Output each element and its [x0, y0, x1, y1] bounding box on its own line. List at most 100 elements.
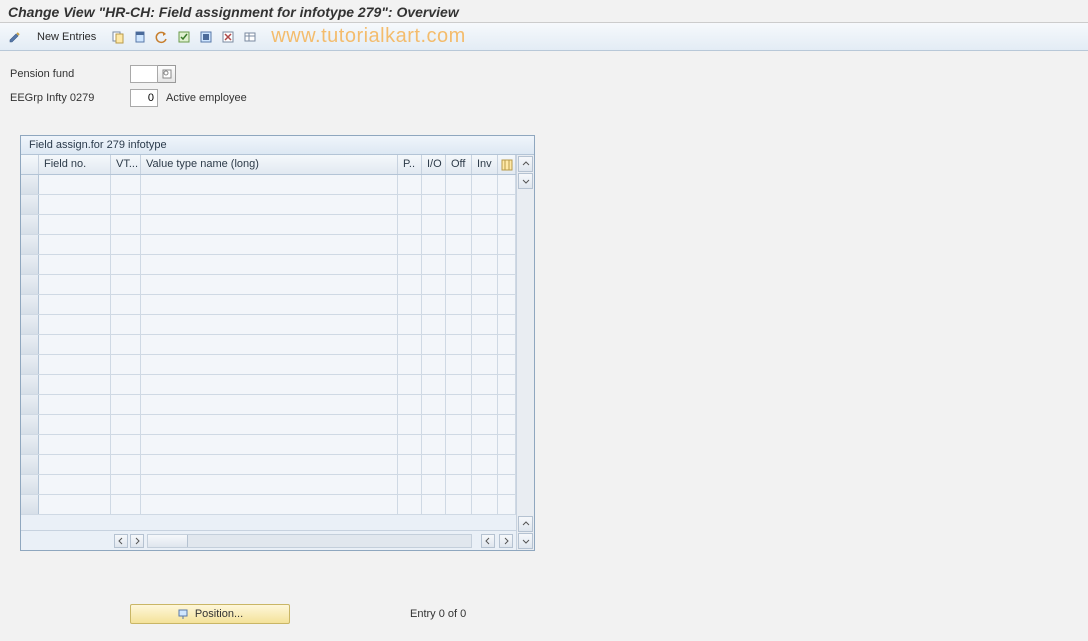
- cell-io[interactable]: [422, 375, 446, 394]
- cell-field-no[interactable]: [39, 495, 111, 514]
- cell-io[interactable]: [422, 355, 446, 374]
- cell-vt[interactable]: [111, 395, 141, 414]
- cell-inv[interactable]: [472, 235, 498, 254]
- row-selector[interactable]: [21, 195, 39, 214]
- column-io[interactable]: I/O: [422, 155, 446, 174]
- cell-p[interactable]: [398, 435, 422, 454]
- row-selector[interactable]: [21, 315, 39, 334]
- table-row[interactable]: [21, 275, 516, 295]
- cell-off[interactable]: [446, 395, 472, 414]
- cell-p[interactable]: [398, 455, 422, 474]
- cell-vt[interactable]: [111, 195, 141, 214]
- cell-vt[interactable]: [111, 275, 141, 294]
- eegrp-input[interactable]: [130, 89, 158, 107]
- cell-vt-name[interactable]: [141, 295, 398, 314]
- cell-field-no[interactable]: [39, 255, 111, 274]
- cell-field-no[interactable]: [39, 175, 111, 194]
- cell-p[interactable]: [398, 495, 422, 514]
- toggle-display-change-icon[interactable]: [6, 28, 24, 46]
- cell-vt-name[interactable]: [141, 415, 398, 434]
- row-selector[interactable]: [21, 335, 39, 354]
- cell-io[interactable]: [422, 215, 446, 234]
- cell-off[interactable]: [446, 455, 472, 474]
- table-settings-icon[interactable]: [241, 28, 259, 46]
- row-selector[interactable]: [21, 455, 39, 474]
- row-selector[interactable]: [21, 235, 39, 254]
- cell-vt-name[interactable]: [141, 175, 398, 194]
- hscroll-right2-button[interactable]: [499, 534, 513, 548]
- vscroll-up2-button[interactable]: [518, 516, 533, 532]
- cell-inv[interactable]: [472, 455, 498, 474]
- cell-field-no[interactable]: [39, 355, 111, 374]
- row-selector[interactable]: [21, 495, 39, 514]
- cell-vt[interactable]: [111, 355, 141, 374]
- cell-p[interactable]: [398, 335, 422, 354]
- cell-vt-name[interactable]: [141, 495, 398, 514]
- cell-io[interactable]: [422, 495, 446, 514]
- row-selector[interactable]: [21, 375, 39, 394]
- cell-field-no[interactable]: [39, 455, 111, 474]
- cell-off[interactable]: [446, 195, 472, 214]
- table-row[interactable]: [21, 455, 516, 475]
- hscroll-right-button[interactable]: [130, 534, 144, 548]
- cell-inv[interactable]: [472, 395, 498, 414]
- cell-vt[interactable]: [111, 475, 141, 494]
- hscroll-left-button[interactable]: [114, 534, 128, 548]
- column-inv[interactable]: Inv: [472, 155, 498, 174]
- cell-vt-name[interactable]: [141, 195, 398, 214]
- cell-off[interactable]: [446, 315, 472, 334]
- cell-vt-name[interactable]: [141, 435, 398, 454]
- cell-vt[interactable]: [111, 175, 141, 194]
- cell-inv[interactable]: [472, 215, 498, 234]
- cell-inv[interactable]: [472, 315, 498, 334]
- row-selector[interactable]: [21, 435, 39, 454]
- cell-io[interactable]: [422, 395, 446, 414]
- cell-field-no[interactable]: [39, 315, 111, 334]
- cell-off[interactable]: [446, 375, 472, 394]
- table-row[interactable]: [21, 195, 516, 215]
- cell-vt-name[interactable]: [141, 455, 398, 474]
- cell-p[interactable]: [398, 475, 422, 494]
- cell-p[interactable]: [398, 235, 422, 254]
- cell-inv[interactable]: [472, 335, 498, 354]
- cell-vt-name[interactable]: [141, 475, 398, 494]
- cell-io[interactable]: [422, 435, 446, 454]
- table-row[interactable]: [21, 295, 516, 315]
- cell-p[interactable]: [398, 315, 422, 334]
- table-row[interactable]: [21, 355, 516, 375]
- undo-change-icon[interactable]: [153, 28, 171, 46]
- cell-vt[interactable]: [111, 415, 141, 434]
- cell-p[interactable]: [398, 395, 422, 414]
- cell-field-no[interactable]: [39, 195, 111, 214]
- cell-vt-name[interactable]: [141, 235, 398, 254]
- table-row[interactable]: [21, 375, 516, 395]
- cell-field-no[interactable]: [39, 475, 111, 494]
- cell-io[interactable]: [422, 275, 446, 294]
- cell-off[interactable]: [446, 275, 472, 294]
- cell-field-no[interactable]: [39, 295, 111, 314]
- row-selector[interactable]: [21, 355, 39, 374]
- column-vt[interactable]: VT...: [111, 155, 141, 174]
- cell-vt-name[interactable]: [141, 375, 398, 394]
- row-selector[interactable]: [21, 415, 39, 434]
- table-row[interactable]: [21, 435, 516, 455]
- cell-off[interactable]: [446, 215, 472, 234]
- cell-p[interactable]: [398, 355, 422, 374]
- column-vt-name[interactable]: Value type name (long): [141, 155, 398, 174]
- cell-vt-name[interactable]: [141, 335, 398, 354]
- row-selector[interactable]: [21, 395, 39, 414]
- table-row[interactable]: [21, 175, 516, 195]
- column-off[interactable]: Off: [446, 155, 472, 174]
- column-selector[interactable]: [21, 155, 39, 174]
- cell-inv[interactable]: [472, 495, 498, 514]
- cell-field-no[interactable]: [39, 435, 111, 454]
- cell-off[interactable]: [446, 255, 472, 274]
- cell-vt[interactable]: [111, 375, 141, 394]
- cell-vt[interactable]: [111, 435, 141, 454]
- new-entries-button[interactable]: New Entries: [28, 27, 105, 47]
- table-row[interactable]: [21, 335, 516, 355]
- cell-vt-name[interactable]: [141, 315, 398, 334]
- cell-io[interactable]: [422, 255, 446, 274]
- vscroll-down2-button[interactable]: [518, 533, 533, 549]
- row-selector[interactable]: [21, 175, 39, 194]
